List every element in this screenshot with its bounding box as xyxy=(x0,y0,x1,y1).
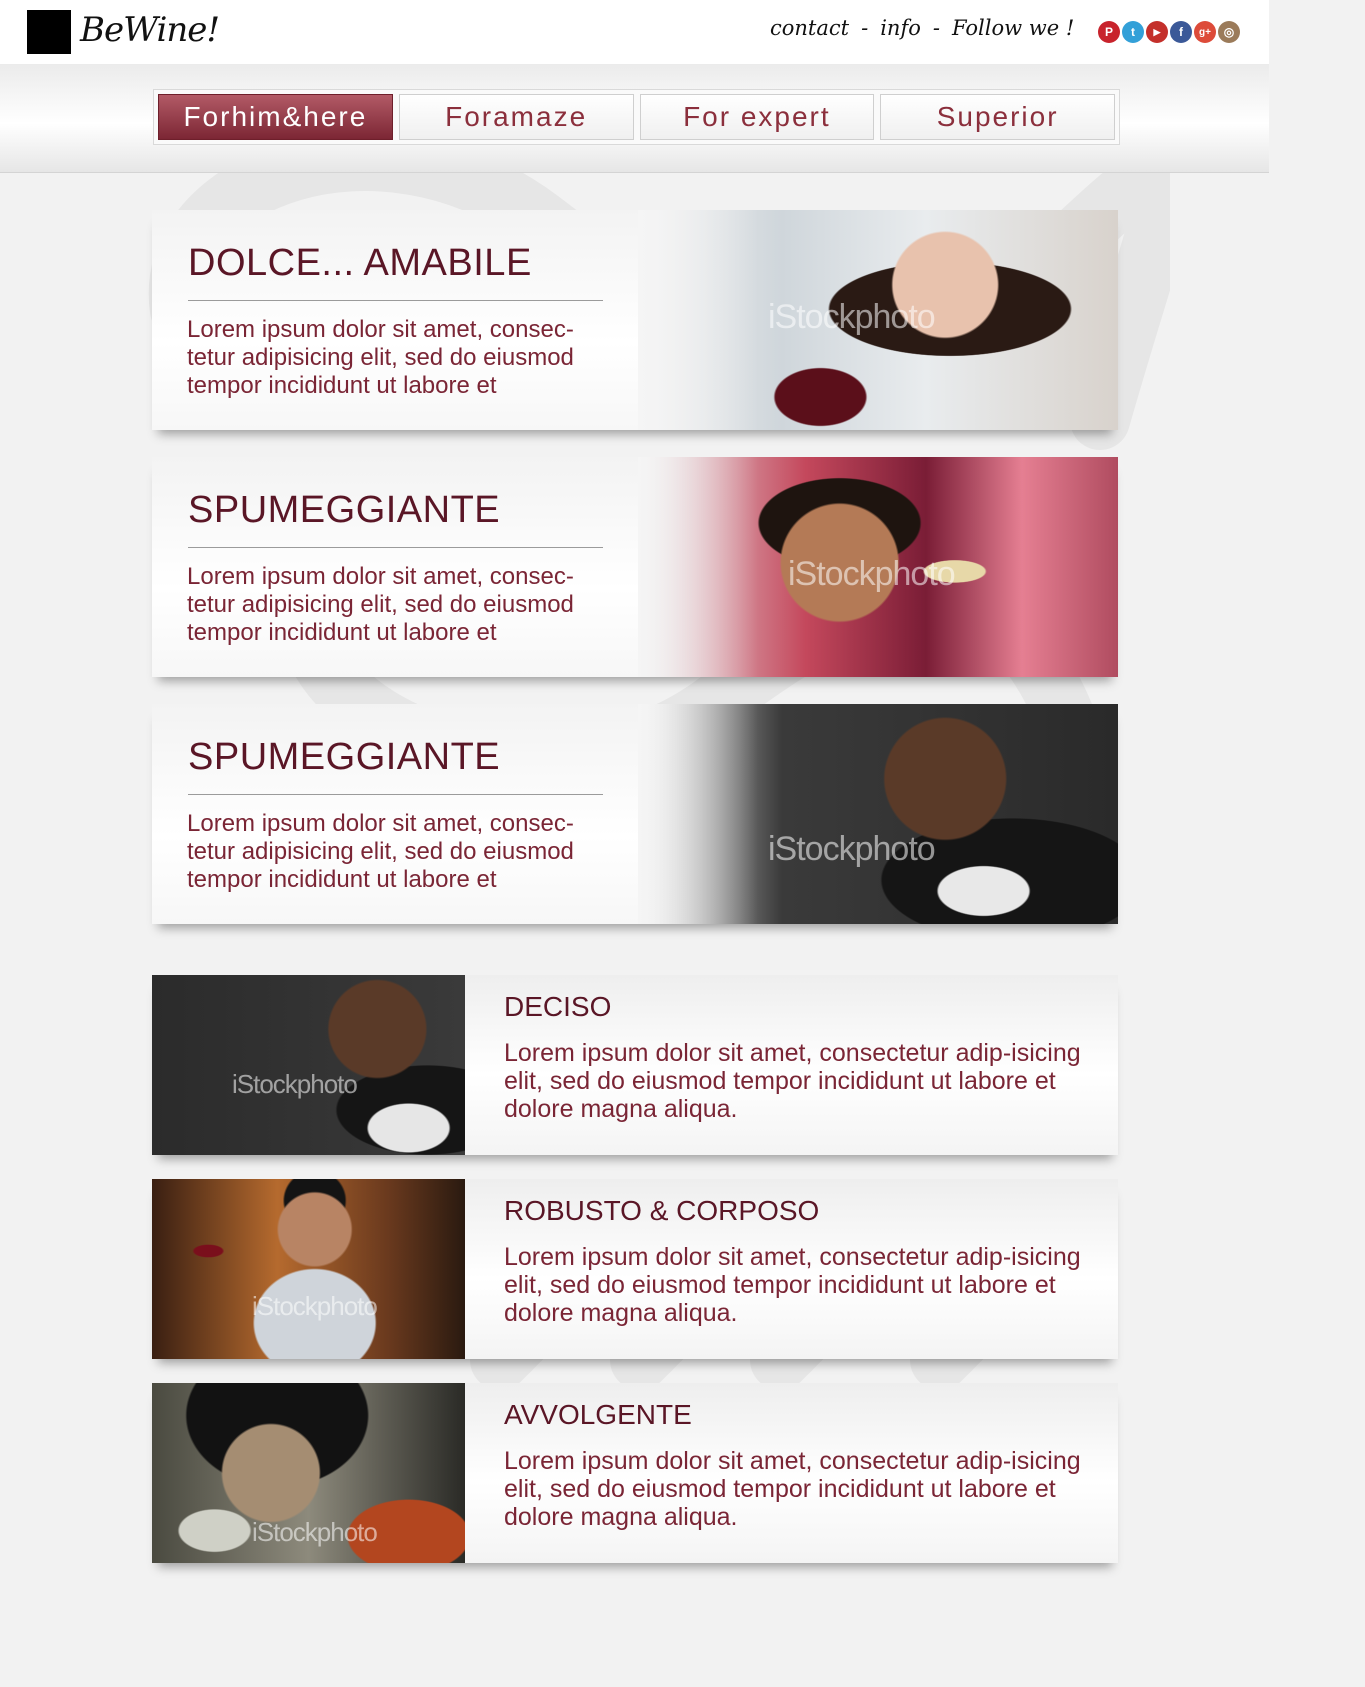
photo-man-tasting-wine: iStockphoto xyxy=(152,975,465,1155)
photo-woman-with-red-wine: iStockphoto xyxy=(638,210,1118,430)
facebook-icon[interactable]: f xyxy=(1170,21,1192,43)
tab-for-amaze[interactable]: Foramaze xyxy=(398,94,634,140)
list-card-robusto-corposo[interactable]: iStockphoto ROBUSTO & CORPOSO Lorem ipsu… xyxy=(152,1179,1118,1359)
card-title: SPUMEGGIANTE xyxy=(188,736,501,778)
featured-card-spumeggiante-1[interactable]: SPUMEGGIANTE Lorem ipsum dolor sit amet,… xyxy=(152,457,1118,677)
watermark-text: iStockphoto xyxy=(252,1517,378,1547)
watermark-text: iStockphoto xyxy=(768,830,936,868)
list-card-avvolgente[interactable]: iStockphoto AVVOLGENTE Lorem ipsum dolor… xyxy=(152,1383,1118,1563)
nav-separator: - xyxy=(861,16,869,40)
logo-mark[interactable] xyxy=(27,10,71,54)
tab-for-expert[interactable]: For expert xyxy=(639,94,875,140)
info-link[interactable]: info xyxy=(880,16,921,40)
photo-man-in-beret-with-wine: iStockphoto xyxy=(152,1179,465,1359)
card-title: AVVOLGENTE xyxy=(504,1399,692,1430)
card-text: Lorem ipsum dolor sit amet, consectetur … xyxy=(504,1039,1081,1123)
card-divider xyxy=(188,300,603,301)
featured-card-dolce[interactable]: DOLCE... AMABILE Lorem ipsum dolor sit a… xyxy=(152,210,1118,430)
card-title: DOLCE... AMABILE xyxy=(188,242,532,284)
card-divider xyxy=(188,794,603,795)
card-divider xyxy=(188,547,603,548)
contact-link[interactable]: contact xyxy=(770,16,849,40)
photo-woman-with-white-wine: iStockphoto xyxy=(638,457,1118,677)
card-title: DECISO xyxy=(504,991,612,1022)
googleplus-icon[interactable]: g+ xyxy=(1194,21,1216,43)
watermark-text: iStockphoto xyxy=(788,555,956,593)
pinterest-icon[interactable]: P xyxy=(1098,21,1120,43)
card-text: Lorem ipsum dolor sit amet, consec-tetur… xyxy=(187,810,574,893)
card-text: Lorem ipsum dolor sit amet, consec-tetur… xyxy=(187,316,574,399)
card-text: Lorem ipsum dolor sit amet, consectetur … xyxy=(504,1243,1081,1327)
nav-separator: - xyxy=(932,16,940,40)
photo-man-tasting-wine: iStockphoto xyxy=(638,704,1118,924)
tab-for-him-and-her[interactable]: Forhim&here xyxy=(158,94,393,140)
logo-text[interactable]: BeWine! xyxy=(80,10,220,50)
youtube-icon[interactable]: ▶ xyxy=(1146,21,1168,43)
category-tabs: Forhim&here Foramaze For expert Superior xyxy=(153,89,1120,145)
watermark-text: iStockphoto xyxy=(232,1069,358,1099)
watermark-text: iStockphoto xyxy=(768,298,936,336)
twitter-icon[interactable]: t xyxy=(1122,21,1144,43)
card-title: ROBUSTO & CORPOSO xyxy=(504,1195,820,1226)
card-text: Lorem ipsum dolor sit amet, consectetur … xyxy=(504,1447,1081,1531)
top-bar: BeWine! contact - info - Follow we ! P t… xyxy=(0,0,1269,64)
top-nav: contact - info - Follow we ! xyxy=(770,16,1074,40)
tab-superior[interactable]: Superior xyxy=(880,94,1115,140)
social-icons: P t ▶ f g+ ◎ xyxy=(1098,21,1240,43)
list-card-deciso[interactable]: iStockphoto DECISO Lorem ipsum dolor sit… xyxy=(152,975,1118,1155)
card-text: Lorem ipsum dolor sit amet, consec-tetur… xyxy=(187,563,574,646)
featured-card-spumeggiante-2[interactable]: SPUMEGGIANTE Lorem ipsum dolor sit amet,… xyxy=(152,704,1118,924)
follow-link[interactable]: Follow we ! xyxy=(952,16,1074,40)
photo-man-in-hat-smelling-wine: iStockphoto xyxy=(152,1383,465,1563)
instagram-icon[interactable]: ◎ xyxy=(1218,21,1240,43)
watermark-text: iStockphoto xyxy=(252,1291,378,1321)
card-title: SPUMEGGIANTE xyxy=(188,489,501,531)
